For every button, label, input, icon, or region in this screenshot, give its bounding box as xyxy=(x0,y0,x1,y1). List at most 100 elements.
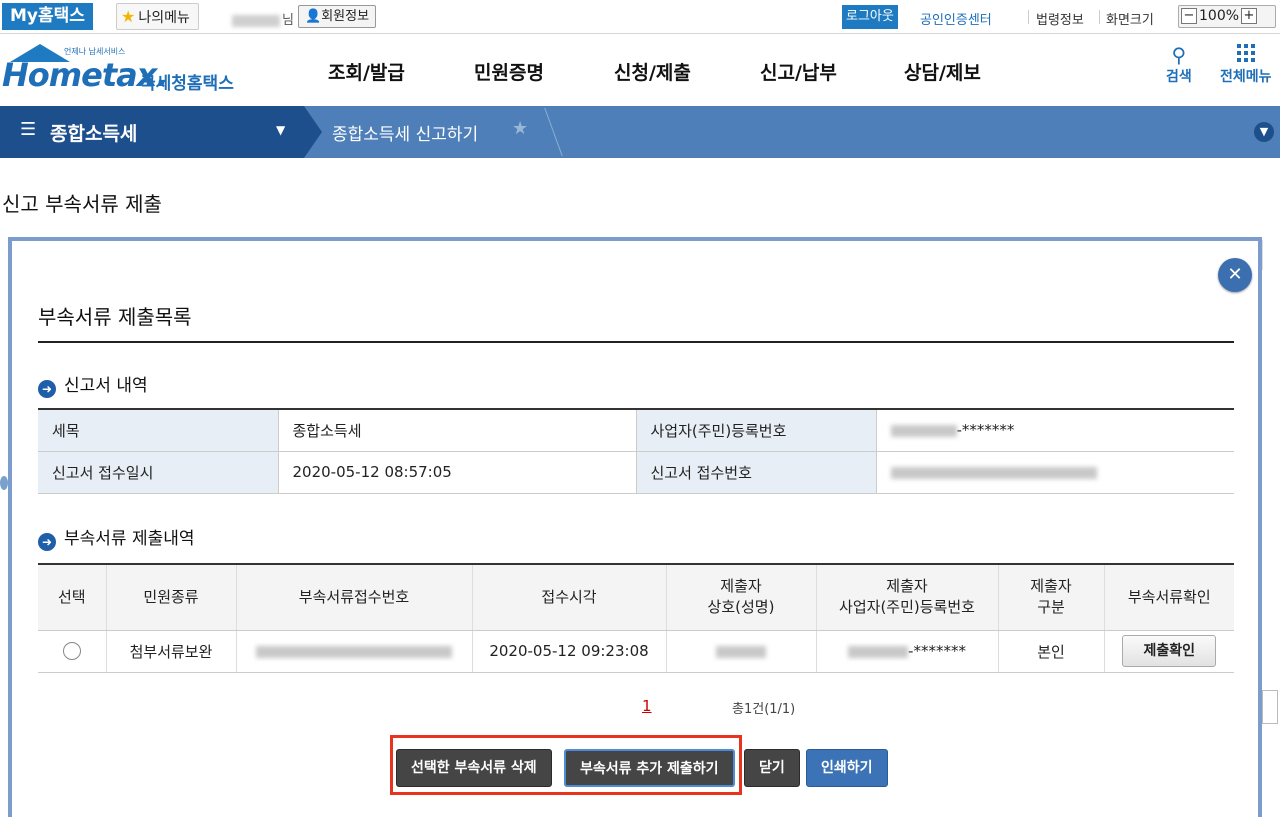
section-dropdown[interactable]: ☰ 종합소득세 ▼ xyxy=(0,106,304,158)
zoom-control: −100% + xyxy=(1178,5,1276,28)
report-section-header: ➜ 신고서 내역 xyxy=(38,371,148,398)
main-nav: 언제나 납세서비스 Hometax. 국세청홈택스 조회/발급 민원증명 신청/… xyxy=(0,34,1280,106)
logout-button[interactable]: 로그아웃 xyxy=(842,5,898,29)
chevron-down-icon[interactable]: ▼ xyxy=(1254,122,1274,142)
arrow-right-icon: ➜ xyxy=(38,380,56,398)
nav-item-consult[interactable]: 상담/제보 xyxy=(904,58,981,85)
hometax-logo[interactable]: 언제나 납세서비스 Hometax. 국세청홈택스 xyxy=(2,42,242,102)
username-suffix: 님 xyxy=(282,13,294,28)
title-divider xyxy=(38,341,1234,343)
divider xyxy=(1099,10,1100,24)
table-header-row: 선택 민원종류 부속서류접수번호 접수시각 제출자 상호(성명) 제출자 사업자(주… xyxy=(38,564,1234,631)
attachment-list-modal: ✕ 부속서류 제출목록 ➜ 신고서 내역 세목 종합소득세 사업자(주민)등록번호… xyxy=(8,237,1262,817)
my-menu-button[interactable]: ★ 나의메뉴 xyxy=(116,3,199,30)
reg-no-redacted xyxy=(890,424,957,437)
reg-no-value: -******* xyxy=(956,421,1015,440)
zoom-in-button[interactable]: + xyxy=(1241,8,1257,24)
tax-item-label: 세목 xyxy=(38,409,279,452)
report-info-table: 세목 종합소득세 사업자(주민)등록번호 -******* 신고서 접수일시 2… xyxy=(38,408,1234,494)
delete-attachment-button[interactable]: 선택한 부속서류 삭제 xyxy=(396,749,552,787)
attach-section-header: ➜ 부속서류 제출내역 xyxy=(38,524,195,551)
receipt-no-cell xyxy=(876,451,1234,494)
modal-close-button[interactable]: ✕ xyxy=(1218,258,1252,292)
divider xyxy=(1028,10,1029,24)
modal-title: 부속서류 제출목록 xyxy=(38,305,192,329)
col-doc-type: 민원종류 xyxy=(106,564,237,631)
nav-item-apply[interactable]: 신청/제출 xyxy=(614,58,691,85)
screen-size-label: 화면크기 xyxy=(1106,13,1154,28)
background-panel-edge xyxy=(1262,240,1280,270)
all-menu-label: 전체메뉴 xyxy=(1220,69,1272,85)
col-submitter-type: 제출자 구분 xyxy=(998,564,1105,631)
submitter-type-cell: 본인 xyxy=(998,630,1105,673)
submitter-redacted xyxy=(716,645,766,658)
grid-icon xyxy=(1220,44,1272,66)
submit-confirm-button[interactable]: 제출확인 xyxy=(1122,635,1217,667)
print-button[interactable]: 인쇄하기 xyxy=(806,749,888,787)
star-icon: ★ xyxy=(121,7,136,26)
attach-no-cell xyxy=(236,630,473,673)
attach-section-label: 부속서류 제출내역 xyxy=(64,529,195,549)
nav-item-report-pay[interactable]: 신고/납부 xyxy=(760,58,837,85)
page-title: 신고 부속서류 제출 xyxy=(2,192,162,216)
my-hometax-button[interactable]: My홈택스 xyxy=(2,3,93,30)
table-row: 신고서 접수일시 2020-05-12 08:57:05 신고서 접수번호 xyxy=(38,451,1234,494)
breadcrumb-separator xyxy=(304,106,322,158)
receipt-time-cell: 2020-05-12 09:23:08 xyxy=(472,630,667,673)
tax-item-value: 종합소득세 xyxy=(278,409,637,452)
confirm-cell: 제출확인 xyxy=(1104,630,1234,673)
receipt-no-redacted xyxy=(890,466,1097,479)
breadcrumb-current[interactable]: 종합소득세 신고하기 xyxy=(332,120,478,145)
submitter-cell xyxy=(666,630,817,673)
receipt-datetime-value: 2020-05-12 08:57:05 xyxy=(278,451,637,494)
attachment-table: 선택 민원종류 부속서류접수번호 접수시각 제출자 상호(성명) 제출자 사업자(주… xyxy=(38,563,1234,673)
col-confirm: 부속서류확인 xyxy=(1104,564,1234,631)
law-info-link[interactable]: 법령정보 xyxy=(1036,9,1084,28)
my-menu-label: 나의메뉴 xyxy=(138,10,190,26)
search-icon: ⚲ xyxy=(1171,43,1187,67)
person-icon: 👤 xyxy=(305,9,322,24)
member-info-button[interactable]: 👤회원정보 xyxy=(298,5,377,28)
top-utility-bar: My홈택스 ★ 나의메뉴 님 👤회원정보 로그아웃 공인인증센터 법령정보 화면크… xyxy=(0,0,1280,34)
submitter-reg-cell: -******* xyxy=(816,630,999,673)
report-section-label: 신고서 내역 xyxy=(64,376,148,396)
member-info-label: 회원정보 xyxy=(321,9,370,24)
all-menu-button[interactable]: 전체메뉴 xyxy=(1220,44,1272,86)
zoom-value: 100% xyxy=(1199,8,1240,24)
receipt-no-label: 신고서 접수번호 xyxy=(636,451,877,494)
search-button[interactable]: ⚲ 검색 xyxy=(1166,44,1192,86)
background-bullet xyxy=(0,476,8,490)
select-radio[interactable] xyxy=(62,642,81,661)
hamburger-icon: ☰ xyxy=(20,119,37,140)
nav-item-certificate[interactable]: 민원증명 xyxy=(474,58,544,85)
close-button[interactable]: 닫기 xyxy=(744,749,800,787)
reg-no-cell: -******* xyxy=(876,409,1234,452)
nav-item-lookup[interactable]: 조회/발급 xyxy=(328,58,405,85)
submitter-reg-value: -******* xyxy=(908,642,966,660)
col-select: 선택 xyxy=(38,564,107,631)
reg-no-label: 사업자(주민)등록번호 xyxy=(636,409,877,452)
cert-center-link[interactable]: 공인인증센터 xyxy=(920,9,992,28)
pager-page-1[interactable]: 1 xyxy=(642,697,652,715)
table-row: 첨부서류보완 2020-05-12 09:23:08 -******* 본인 제… xyxy=(38,630,1234,673)
username-redacted xyxy=(232,14,280,27)
add-attachment-button[interactable]: 부속서류 추가 제출하기 xyxy=(564,749,735,787)
table-row: 세목 종합소득세 사업자(주민)등록번호 -******* xyxy=(38,409,1234,452)
pager-total: 총1건(1/1) xyxy=(732,702,796,717)
attach-no-redacted xyxy=(256,645,452,658)
search-label: 검색 xyxy=(1166,69,1192,85)
caret-down-icon: ▼ xyxy=(276,123,286,137)
breadcrumb: ☰ 종합소득세 ▼ 종합소득세 신고하기 ★ ▼ xyxy=(0,106,1280,158)
zoom-out-button[interactable]: − xyxy=(1181,8,1197,24)
receipt-datetime-label: 신고서 접수일시 xyxy=(38,451,279,494)
logo-korean: 국세청홈택스 xyxy=(140,74,234,94)
background-input-edge xyxy=(1262,690,1278,724)
col-attach-no: 부속서류접수번호 xyxy=(236,564,473,631)
select-cell xyxy=(38,630,107,673)
username: 님 xyxy=(232,9,294,28)
doc-type-cell: 첨부서류보완 xyxy=(106,630,237,673)
col-receipt-time: 접수시각 xyxy=(472,564,667,631)
arrow-right-icon: ➜ xyxy=(38,533,56,551)
section-title: 종합소득세 xyxy=(50,123,138,145)
submitter-reg-redacted xyxy=(848,645,909,658)
